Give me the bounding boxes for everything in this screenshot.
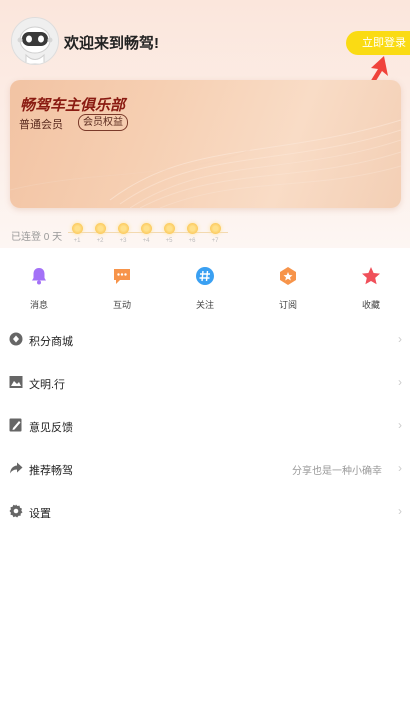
checkin-day: +4 <box>139 223 153 244</box>
profile-header: 欢迎来到畅驾! 立即登录 <box>0 0 410 80</box>
welcome-text: 欢迎来到畅驾! <box>64 35 159 52</box>
sun-icon <box>140 223 152 234</box>
checkin-row: 已连登 0 天 +1 +2 +3 +4 +5 +6 +7 <box>0 220 410 250</box>
menu-item-feedback[interactable]: 意见反馈 › <box>0 404 410 447</box>
chevron-right-icon: › <box>398 375 402 389</box>
gear-icon <box>9 504 23 518</box>
chevron-right-icon: › <box>398 461 402 475</box>
chevron-right-icon: › <box>398 418 402 432</box>
quick-actions: 消息 互动 关注 订阅 收藏 <box>0 262 410 310</box>
feedback-edit-icon <box>9 418 22 432</box>
login-button[interactable]: 立即登录 <box>346 31 410 55</box>
sun-icon <box>186 223 198 234</box>
points-mall-icon <box>9 332 23 346</box>
checkin-day: +5 <box>162 223 176 244</box>
sun-icon <box>209 223 221 234</box>
quick-action-follow[interactable]: 关注 <box>180 262 230 311</box>
menu-item-points-mall[interactable]: 积分商城 › <box>0 318 410 361</box>
menu-item-civilized-travel[interactable]: 文明.行 › <box>0 361 410 404</box>
bell-icon <box>32 268 46 285</box>
subscribe-icon <box>280 267 296 285</box>
quick-action-interact[interactable]: 互动 <box>97 262 147 311</box>
recommend-hint: 分享也是一种小确幸 <box>292 466 382 477</box>
quick-action-subscribe[interactable]: 订阅 <box>263 262 313 311</box>
checkin-day: +3 <box>116 223 130 244</box>
member-level: 普通会员 <box>19 119 63 131</box>
menu-item-settings[interactable]: 设置 › <box>0 490 410 533</box>
chevron-right-icon: › <box>398 504 402 518</box>
sun-icon <box>71 223 83 234</box>
sun-icon <box>163 223 175 234</box>
menu-item-recommend[interactable]: 推荐畅驾 分享也是一种小确幸 › <box>0 447 410 490</box>
member-card[interactable]: 畅驾车主俱乐部 普通会员 会员权益 <box>10 80 401 208</box>
club-title: 畅驾车主俱乐部 <box>20 97 126 114</box>
checkin-day: +2 <box>93 223 107 244</box>
hash-icon <box>196 267 214 285</box>
checkin-day: +1 <box>70 223 84 244</box>
checkin-day: +7 <box>208 223 222 244</box>
chevron-right-icon: › <box>398 332 402 346</box>
share-icon <box>10 462 23 474</box>
image-icon <box>9 376 23 388</box>
sun-icon <box>117 223 129 234</box>
member-benefits-button[interactable]: 会员权益 <box>78 114 128 131</box>
quick-action-favorites[interactable]: 收藏 <box>346 262 396 311</box>
sun-icon <box>94 223 106 234</box>
checkin-day: +6 <box>185 223 199 244</box>
settings-menu: 积分商城 › 文明.行 › 意见反馈 › 推荐畅驾 分享也是一种小确幸 › 设置… <box>0 318 410 533</box>
quick-action-messages[interactable]: 消息 <box>14 262 64 311</box>
robot-avatar-icon[interactable] <box>11 17 59 65</box>
checkin-status: 已连登 0 天 <box>11 232 63 243</box>
star-icon <box>362 267 380 285</box>
chat-icon <box>114 269 130 284</box>
